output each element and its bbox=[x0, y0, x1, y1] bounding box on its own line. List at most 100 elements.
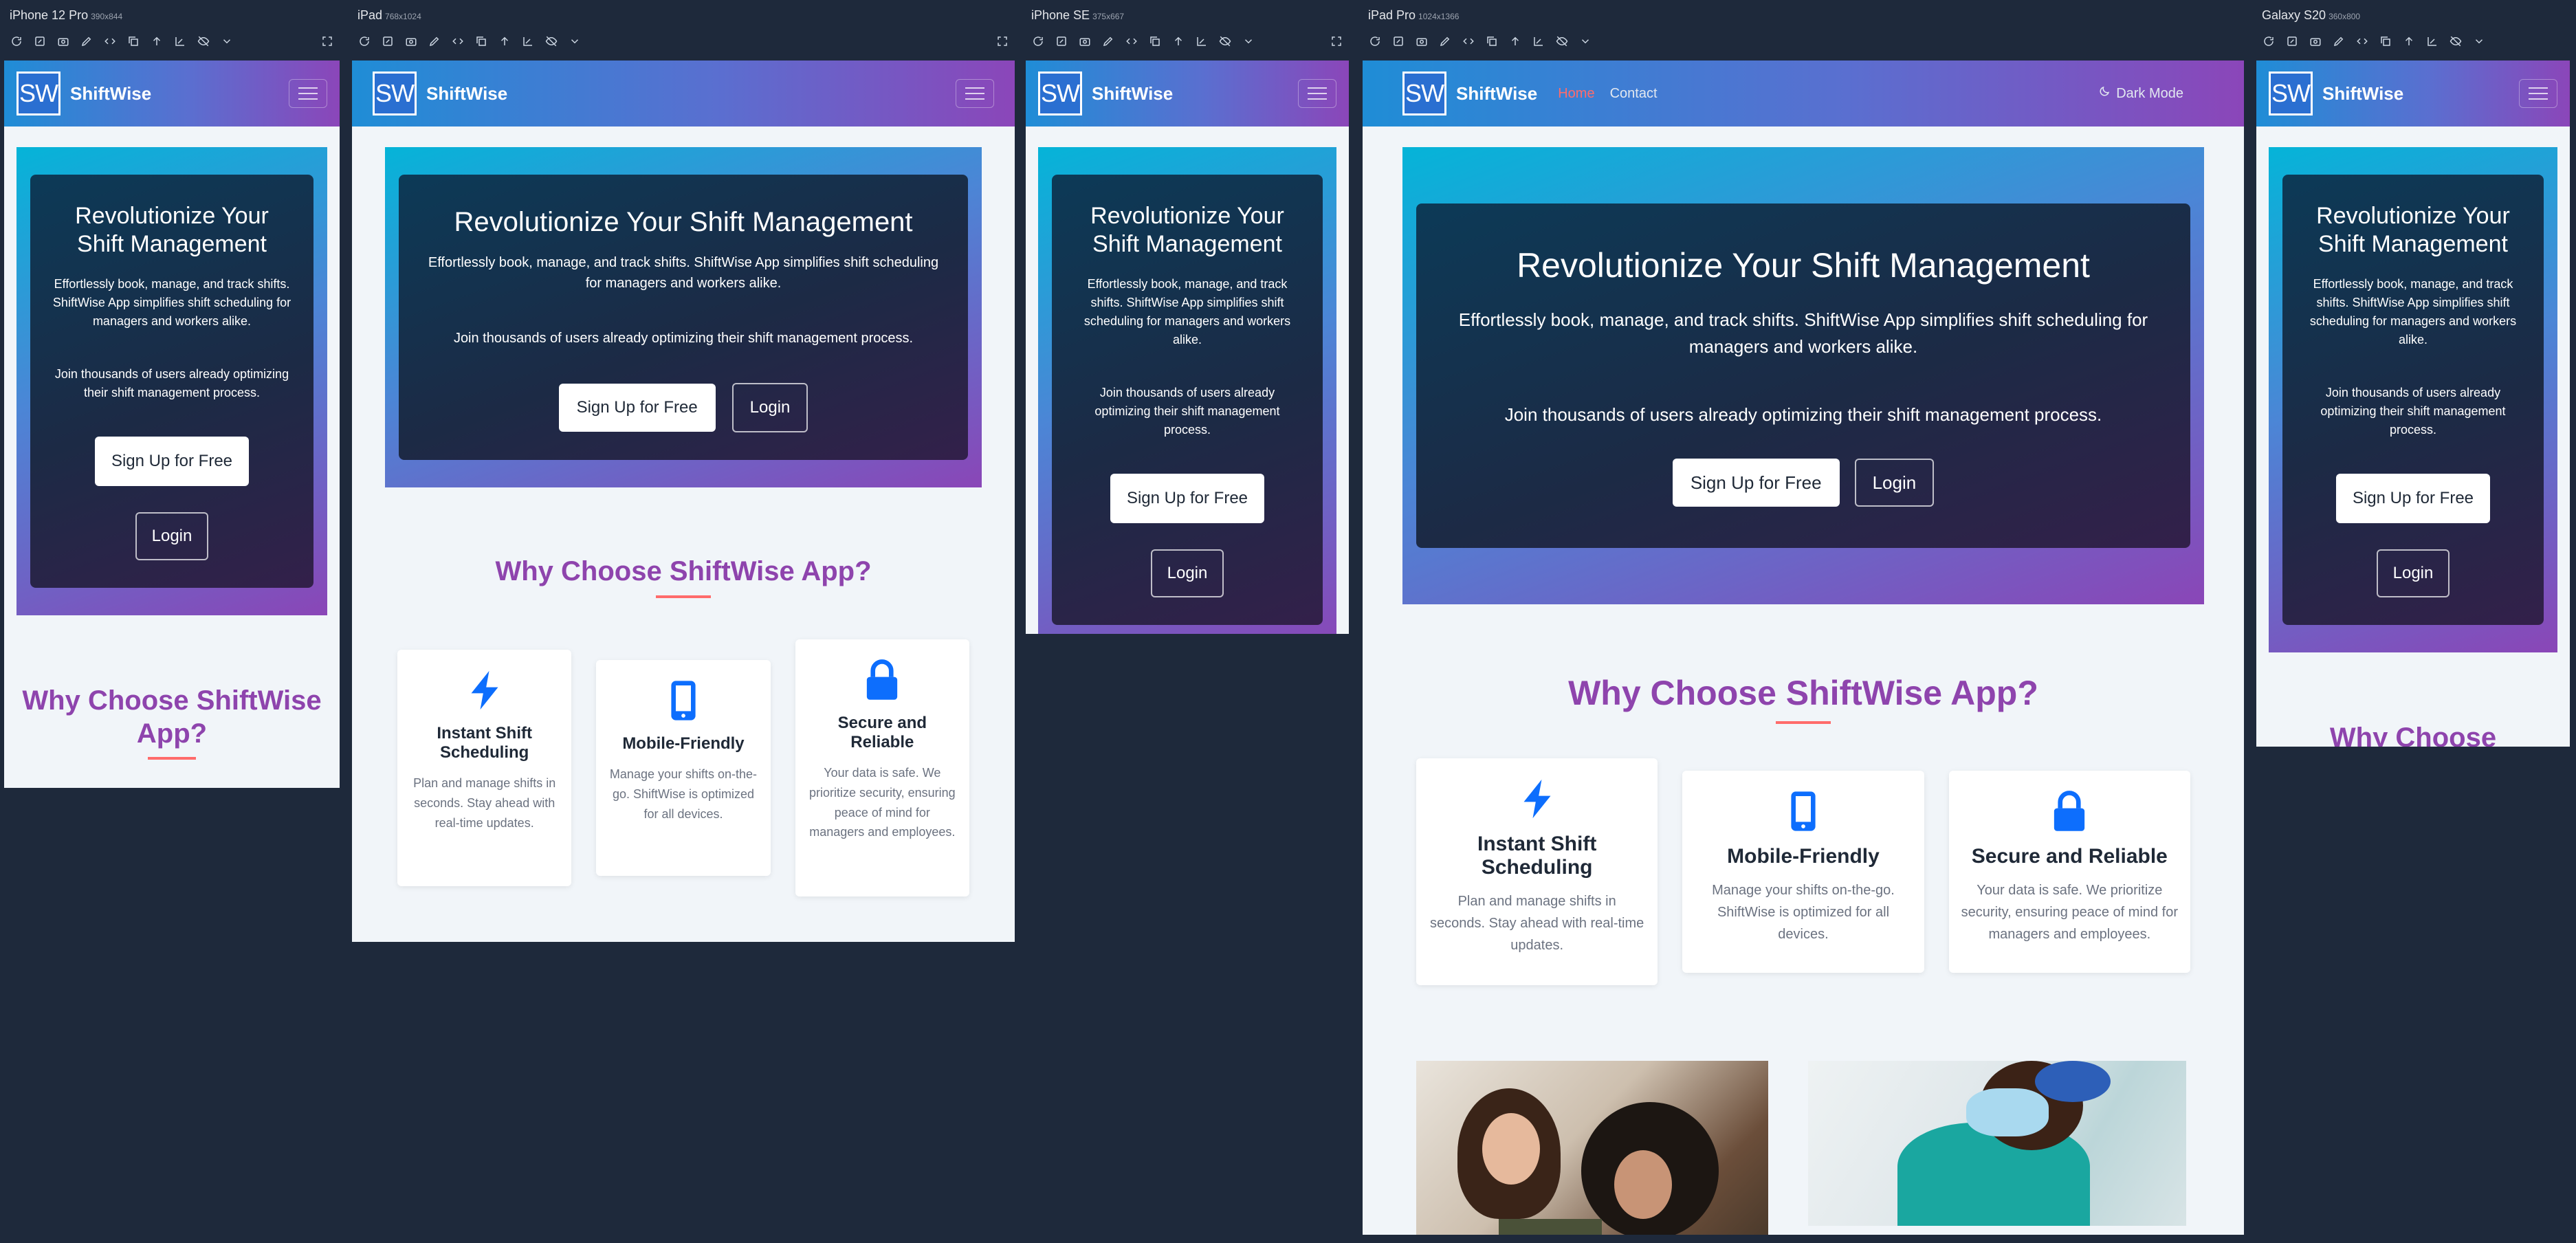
feature-card: Secure and Reliable Your data is safe. W… bbox=[795, 639, 969, 896]
hero-section: Revolutionize Your Shift Management Effo… bbox=[2269, 147, 2557, 652]
logo[interactable]: SW bbox=[1038, 72, 1082, 116]
signup-button[interactable]: Sign Up for Free bbox=[558, 384, 716, 432]
reload-icon[interactable] bbox=[1031, 34, 1045, 48]
brand-name[interactable]: ShiftWise bbox=[2322, 83, 2403, 104]
features-row: Instant Shift Scheduling Plan and manage… bbox=[1416, 758, 2190, 985]
feature-description: Manage your shifts on-the-go. ShiftWise … bbox=[1712, 883, 1895, 942]
edit-icon[interactable] bbox=[381, 34, 395, 48]
eye-off-icon[interactable] bbox=[2449, 34, 2463, 48]
eye-off-icon[interactable] bbox=[544, 34, 558, 48]
ruler-icon[interactable] bbox=[521, 34, 535, 48]
arrow-up-icon[interactable] bbox=[150, 34, 164, 48]
hero-buttons: Sign Up for Free Login bbox=[2303, 473, 2523, 597]
hero-buttons: Sign Up for Free Login bbox=[1444, 459, 2163, 507]
brand-name[interactable]: ShiftWise bbox=[1456, 83, 1537, 104]
copy-icon[interactable] bbox=[1148, 34, 1162, 48]
copy-icon[interactable] bbox=[474, 34, 488, 48]
fullscreen-icon[interactable] bbox=[320, 34, 334, 48]
camera-icon[interactable] bbox=[56, 34, 70, 48]
brand-name[interactable]: ShiftWise bbox=[1092, 83, 1173, 104]
arrow-up-icon[interactable] bbox=[498, 34, 511, 48]
ruler-icon[interactable] bbox=[1532, 34, 1545, 48]
chevron-down-icon[interactable] bbox=[2472, 34, 2486, 48]
hero-buttons: Sign Up for Free Login bbox=[1072, 473, 1302, 597]
hero-section: Revolutionize Your Shift Management Effo… bbox=[16, 147, 327, 615]
ruler-icon[interactable] bbox=[1195, 34, 1209, 48]
code-icon[interactable] bbox=[451, 34, 465, 48]
arrow-up-icon[interactable] bbox=[1171, 34, 1185, 48]
nav-link-contact[interactable]: Contact bbox=[1610, 86, 1658, 102]
camera-icon[interactable] bbox=[1078, 34, 1092, 48]
login-button[interactable]: Login bbox=[1854, 459, 1935, 507]
fullscreen-icon[interactable] bbox=[1330, 34, 1343, 48]
hero-card: Revolutionize Your Shift Management Effo… bbox=[399, 175, 968, 460]
reload-icon[interactable] bbox=[1368, 34, 1382, 48]
ruler-icon[interactable] bbox=[173, 34, 187, 48]
photo-coworkers bbox=[1416, 1061, 1768, 1235]
logo[interactable]: SW bbox=[16, 72, 60, 116]
pen-icon[interactable] bbox=[1438, 34, 1452, 48]
feature-title: Mobile-Friendly bbox=[1727, 845, 1880, 868]
menu-toggle-button[interactable] bbox=[956, 79, 994, 108]
frame-ipad: iPad 768x1024 SW ShiftWise Revolutionize … bbox=[352, 0, 1015, 949]
frame-galaxy-s20: Galaxy S20 360x800 SW ShiftWise Revolutio… bbox=[2256, 0, 2570, 749]
reload-icon[interactable] bbox=[10, 34, 23, 48]
devtools-toolbar bbox=[357, 33, 1009, 50]
edit-icon[interactable] bbox=[1391, 34, 1405, 48]
arrow-up-icon[interactable] bbox=[1508, 34, 1522, 48]
brand-name[interactable]: ShiftWise bbox=[70, 83, 151, 104]
signup-button[interactable]: Sign Up for Free bbox=[1672, 459, 1840, 507]
device-name: iPhone 12 Pro bbox=[10, 8, 89, 22]
logo[interactable]: SW bbox=[373, 72, 417, 116]
copy-icon[interactable] bbox=[1485, 34, 1499, 48]
copy-icon[interactable] bbox=[2379, 34, 2392, 48]
edit-icon[interactable] bbox=[2285, 34, 2299, 48]
arrow-up-icon[interactable] bbox=[2402, 34, 2416, 48]
copy-icon[interactable] bbox=[126, 34, 140, 48]
pen-icon[interactable] bbox=[428, 34, 441, 48]
pen-icon[interactable] bbox=[1101, 34, 1115, 48]
code-icon[interactable] bbox=[2355, 34, 2369, 48]
chevron-down-icon[interactable] bbox=[1578, 34, 1592, 48]
login-button[interactable]: Login bbox=[135, 512, 209, 560]
chevron-down-icon[interactable] bbox=[1242, 34, 1255, 48]
pen-icon[interactable] bbox=[2332, 34, 2346, 48]
hero-buttons: Sign Up for Free Login bbox=[51, 436, 293, 560]
devtools-toolbar bbox=[1368, 33, 2238, 50]
menu-toggle-button[interactable] bbox=[2519, 79, 2557, 108]
reload-icon[interactable] bbox=[2262, 34, 2276, 48]
hero-buttons: Sign Up for Free Login bbox=[419, 383, 947, 432]
menu-toggle-button[interactable] bbox=[1298, 79, 1336, 108]
dark-mode-toggle[interactable]: Dark Mode bbox=[2098, 85, 2183, 102]
login-button[interactable]: Login bbox=[1150, 549, 1224, 597]
menu-toggle-button[interactable] bbox=[289, 79, 327, 108]
pen-icon[interactable] bbox=[80, 34, 93, 48]
chevron-down-icon[interactable] bbox=[568, 34, 582, 48]
eye-off-icon[interactable] bbox=[1218, 34, 1232, 48]
camera-icon[interactable] bbox=[1415, 34, 1429, 48]
signup-button[interactable]: Sign Up for Free bbox=[2335, 473, 2491, 523]
camera-icon[interactable] bbox=[2309, 34, 2322, 48]
signup-button[interactable]: Sign Up for Free bbox=[94, 436, 250, 486]
reload-icon[interactable] bbox=[357, 34, 371, 48]
eye-off-icon[interactable] bbox=[197, 34, 210, 48]
nav-link-home[interactable]: Home bbox=[1558, 86, 1594, 102]
chevron-down-icon[interactable] bbox=[220, 34, 234, 48]
login-button[interactable]: Login bbox=[2376, 549, 2450, 597]
eye-off-icon[interactable] bbox=[1555, 34, 1569, 48]
fullscreen-icon[interactable] bbox=[995, 34, 1009, 48]
logo[interactable]: SW bbox=[1402, 72, 1446, 116]
ruler-icon[interactable] bbox=[2425, 34, 2439, 48]
signup-button[interactable]: Sign Up for Free bbox=[1110, 473, 1265, 523]
code-icon[interactable] bbox=[1125, 34, 1138, 48]
code-icon[interactable] bbox=[103, 34, 117, 48]
code-icon[interactable] bbox=[1462, 34, 1475, 48]
brand-name[interactable]: ShiftWise bbox=[426, 83, 507, 104]
login-button[interactable]: Login bbox=[731, 383, 808, 432]
camera-icon[interactable] bbox=[404, 34, 418, 48]
logo[interactable]: SW bbox=[2269, 72, 2313, 116]
edit-icon[interactable] bbox=[33, 34, 47, 48]
edit-icon[interactable] bbox=[1055, 34, 1068, 48]
device-size: 1024x1366 bbox=[1418, 12, 1460, 21]
hero-section: Revolutionize Your Shift Management Effo… bbox=[1038, 147, 1336, 634]
